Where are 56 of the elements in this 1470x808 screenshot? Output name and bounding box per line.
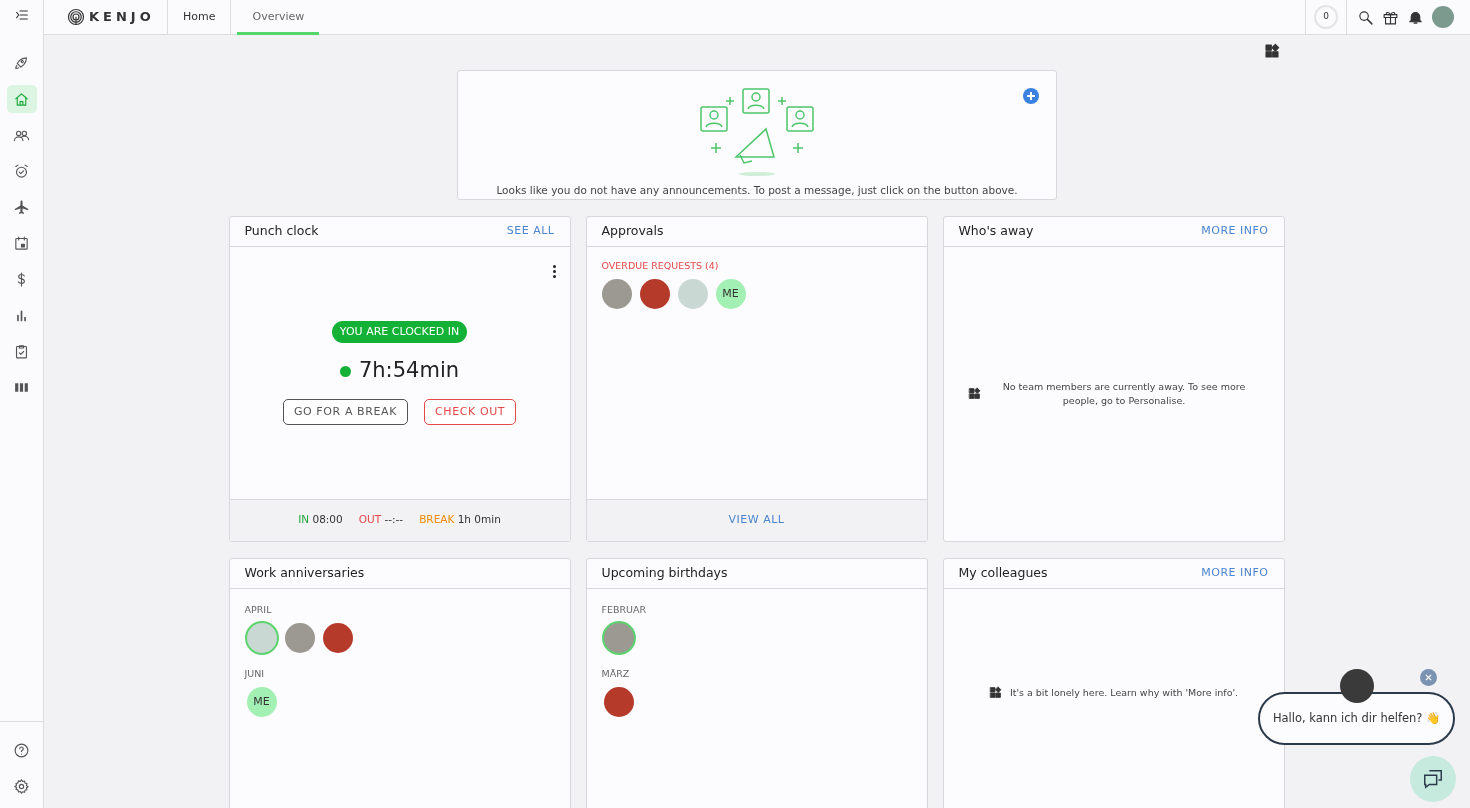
overdue-label: OVERDUE REQUESTS (4) — [601, 258, 720, 273]
status-dot — [339, 365, 351, 377]
widget-link[interactable]: SEE ALL — [506, 223, 555, 240]
announcement-message: Looks like you do not have any announcements. To post a message, just click on the button above. — [496, 183, 1018, 198]
widget-title: Approvals — [601, 221, 664, 240]
widgets-icon — [988, 686, 1002, 700]
logo-icon — [67, 8, 85, 26]
settings-icon — [13, 777, 30, 795]
empty-message: It's a bit lonely here. Learn why with 'More info'. — [1009, 685, 1239, 700]
plus-icon — [1026, 91, 1036, 101]
airplane-icon — [13, 198, 30, 216]
break-button[interactable]: GO FOR A BREAK — [282, 398, 408, 426]
rocket-icon — [13, 54, 30, 72]
widget-title: My colleagues — [958, 563, 1048, 582]
widget-link[interactable]: MORE INFO — [1201, 565, 1269, 582]
month-label: FEBRUAR — [601, 602, 648, 617]
agent-avatar — [1340, 669, 1374, 703]
empty-message: No team members are currently away. To see more people, go to Personalise. — [1001, 379, 1247, 408]
alarm-clock-icon — [13, 162, 30, 180]
calendar-icon — [13, 234, 30, 252]
chat-message: Hallo, kann ich dir helfen? 👋 — [1272, 709, 1441, 727]
chat-icon — [1422, 768, 1444, 790]
time-entry: BREAK 1h 0min — [419, 512, 501, 528]
help-icon — [13, 741, 30, 759]
widget-title: Punch clock — [244, 221, 319, 240]
widget-title: Work anniversaries — [244, 563, 365, 582]
widgets-icon[interactable] — [1264, 43, 1280, 59]
widget-title: Upcoming birthdays — [601, 563, 728, 582]
widget-link[interactable]: MORE INFO — [1201, 223, 1269, 240]
counter-badge: 0 — [1314, 5, 1338, 29]
clipboard-check-icon — [13, 342, 30, 360]
widgets-icon — [968, 387, 981, 401]
close-button[interactable] — [1420, 669, 1437, 686]
check-out-button[interactable]: CHECK OUT — [424, 398, 517, 426]
user-avatar[interactable] — [1432, 6, 1454, 28]
widget-title: Who's away — [958, 221, 1034, 240]
close-icon — [1425, 674, 1432, 681]
month-label: MÄRZ — [601, 667, 631, 681]
time-entry: IN 08:00 — [298, 512, 343, 528]
status-badge: YOU ARE CLOCKED IN — [331, 320, 468, 344]
month-label: JUNI — [244, 667, 266, 681]
nav-tab[interactable]: Overview — [237, 0, 320, 35]
add-button[interactable] — [1023, 88, 1039, 104]
time-entry: OUT --:-- — [358, 512, 404, 528]
elapsed-time: 7h:54min — [358, 357, 460, 385]
home-icon — [13, 90, 30, 108]
avatar-initials: ME — [246, 687, 277, 718]
chat-button[interactable] — [1410, 756, 1456, 802]
view-all-link[interactable]: VIEW ALL — [728, 512, 785, 529]
month-label: APRIL — [244, 602, 273, 617]
logo: KENJO — [89, 8, 155, 27]
more-icon[interactable] — [552, 264, 556, 278]
menu-icon[interactable] — [13, 7, 30, 23]
avatar-initials: ME — [715, 279, 746, 309]
nav-tab[interactable]: Home — [168, 0, 232, 35]
search-icon[interactable] — [1357, 8, 1374, 26]
